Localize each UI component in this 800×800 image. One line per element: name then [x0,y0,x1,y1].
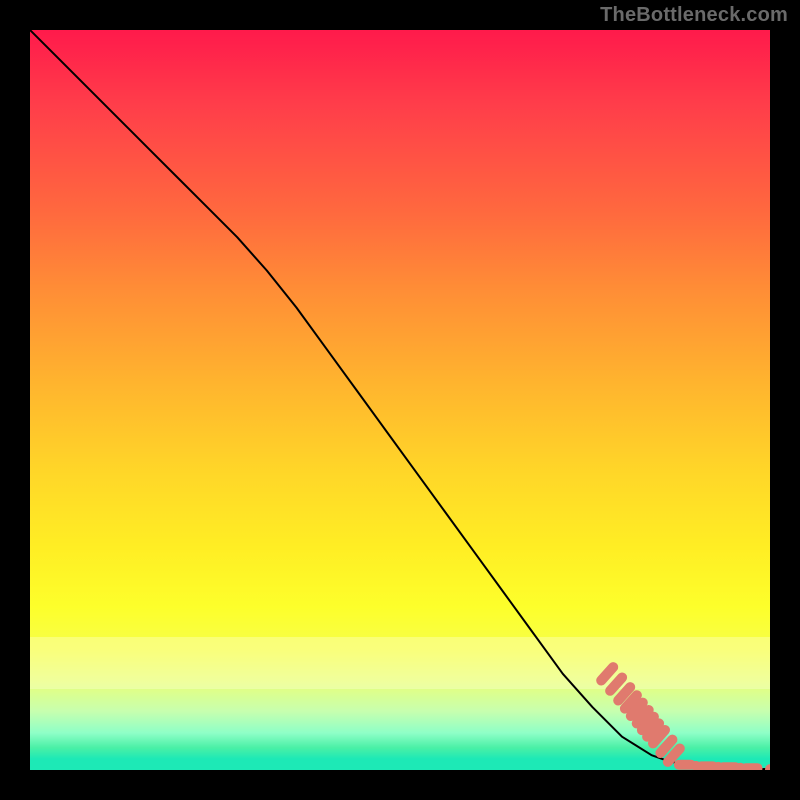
bottleneck-curve [30,30,770,769]
marker-floor [766,765,771,770]
data-markers [601,667,770,770]
marker-diagonal [610,678,622,691]
chart-svg [30,30,770,770]
marker-diagonal [660,740,672,753]
plot-area [30,30,770,770]
marker-diagonal [601,667,613,680]
chart-frame: TheBottleneck.com [0,0,800,800]
watermark-text: TheBottleneck.com [600,4,788,27]
